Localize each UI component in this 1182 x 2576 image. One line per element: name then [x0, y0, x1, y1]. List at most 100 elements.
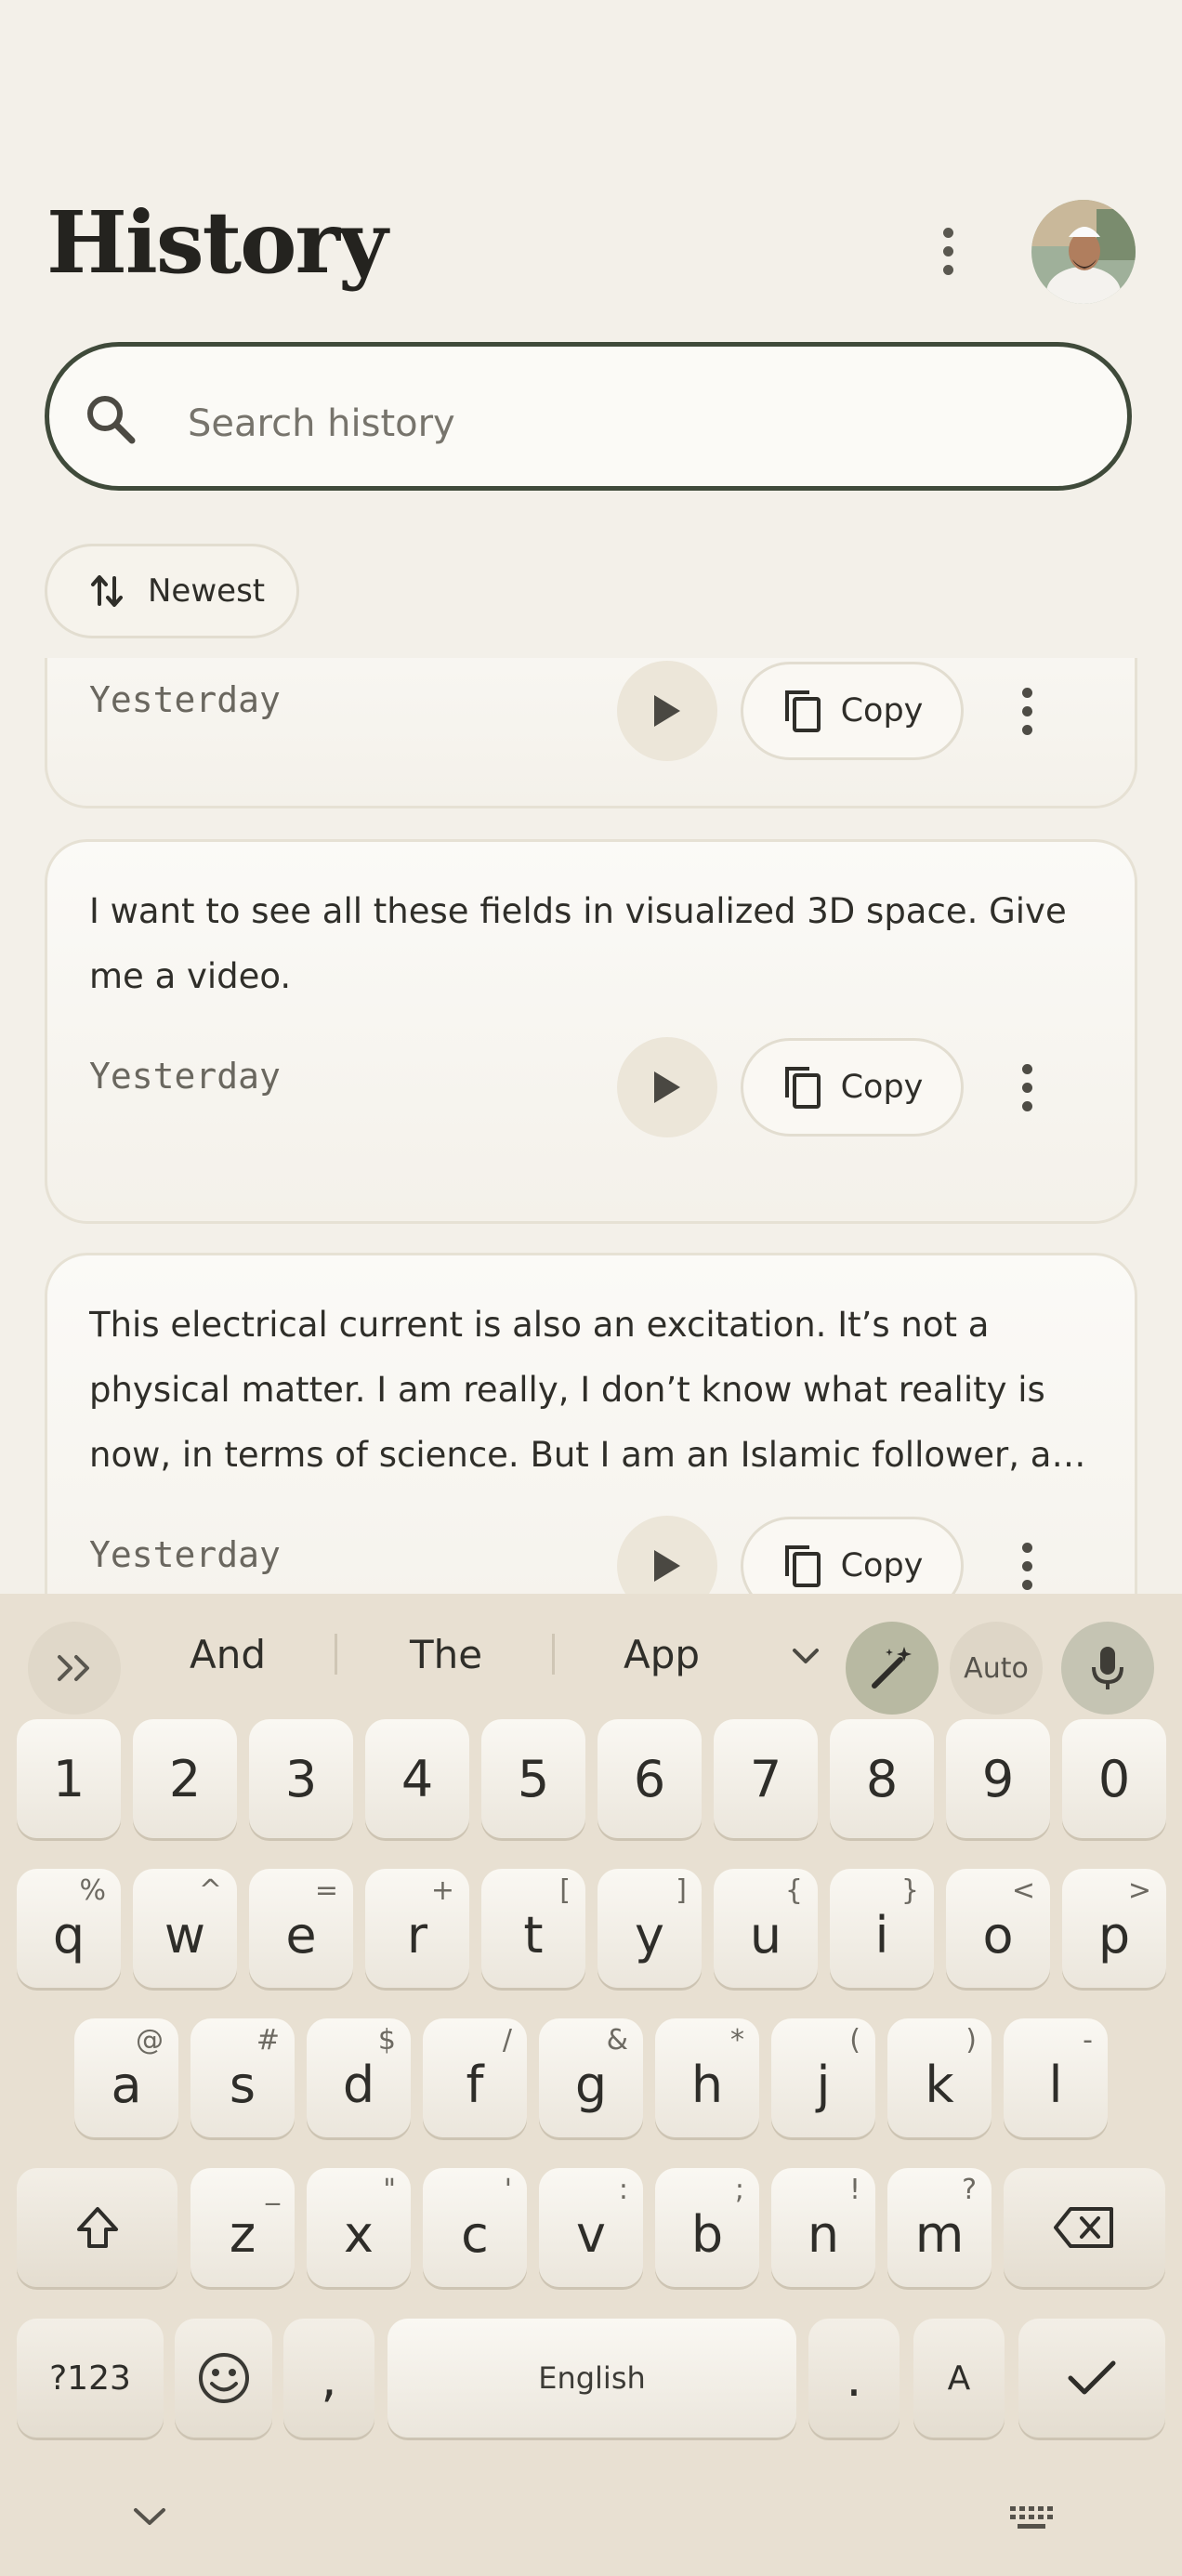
key-h[interactable]: h * [655, 2018, 759, 2137]
key-label: 5 [517, 1749, 550, 1808]
card-text: This electrical current is also an excit… [89, 1305, 1086, 1475]
history-card[interactable]: This electrical current is also an excit… [45, 1253, 1137, 1594]
key-z[interactable]: z _ [190, 2168, 295, 2287]
key-hint: _ [266, 2174, 280, 2206]
key-8[interactable]: 8 [830, 1719, 934, 1838]
key-2[interactable]: 2 [133, 1719, 237, 1838]
key-p[interactable]: p > [1062, 1869, 1166, 1988]
comma-key[interactable]: , [283, 2319, 374, 2438]
key-hint: & [606, 2024, 628, 2057]
sort-chip[interactable]: Newest [45, 544, 299, 638]
key-e[interactable]: e = [249, 1869, 353, 1988]
key-label: d [342, 2055, 375, 2114]
suggestion-1[interactable]: And [144, 1617, 311, 1691]
history-card[interactable]: I want to see all these fields in visual… [45, 839, 1137, 1224]
card-date: Yesterday [89, 679, 281, 720]
space-key[interactable]: English [387, 2319, 796, 2438]
more-options-button[interactable] [920, 218, 976, 283]
key-k[interactable]: k) [887, 2018, 992, 2137]
key-5[interactable]: 5 [481, 1719, 585, 1838]
key-f[interactable]: f / [423, 2018, 527, 2137]
key-m[interactable]: m? [887, 2168, 992, 2287]
symbols-key[interactable]: ?123 [17, 2319, 164, 2438]
key-hint: } [900, 1874, 919, 1907]
key-t[interactable]: t[ [481, 1869, 585, 1988]
key-label: 7 [749, 1749, 782, 1808]
card-date: Yesterday [89, 1534, 281, 1575]
on-screen-keyboard: And The App Auto ?123 , English . A 1 2 … [0, 1594, 1182, 2576]
divider [335, 1634, 337, 1675]
key-7[interactable]: 7 [714, 1719, 818, 1838]
key-x[interactable]: x " [307, 2168, 411, 2287]
emoji-key[interactable] [175, 2319, 272, 2438]
key-label: p [1097, 1905, 1131, 1965]
key-g[interactable]: g & [539, 2018, 643, 2137]
period-key[interactable]: . [808, 2319, 900, 2438]
key-0[interactable]: 0 [1062, 1719, 1166, 1838]
voice-input-button[interactable] [1061, 1622, 1154, 1715]
key-b[interactable]: b; [655, 2168, 759, 2287]
card-more-button[interactable] [1008, 1050, 1045, 1124]
history-list[interactable]: Yesterday Copy I want to see all these f… [0, 658, 1182, 1594]
copy-icon [784, 1545, 821, 1587]
key-q[interactable]: q% [17, 1869, 121, 1988]
key-u[interactable]: u{ [714, 1869, 818, 1988]
key-d[interactable]: d $ [307, 2018, 411, 2137]
shift-key[interactable] [17, 2168, 177, 2287]
microphone-icon [1092, 1647, 1123, 1689]
switch-keyboard-button[interactable] [1008, 2504, 1057, 2536]
magic-wand-button[interactable] [846, 1622, 939, 1715]
key-c[interactable]: c ' [423, 2168, 527, 2287]
key-1[interactable]: 1 [17, 1719, 121, 1838]
key-r[interactable]: r + [365, 1869, 469, 1988]
key-3[interactable]: 3 [249, 1719, 353, 1838]
key-hint: : [618, 2174, 628, 2206]
search-input[interactable] [186, 395, 1026, 453]
more-vert-icon [1021, 1063, 1032, 1074]
key-y[interactable]: y] [598, 1869, 702, 1988]
expand-toolbar-button[interactable] [28, 1622, 121, 1715]
copy-label: Copy [840, 692, 924, 729]
card-more-button[interactable] [1008, 674, 1045, 748]
key-4[interactable]: 4 [365, 1719, 469, 1838]
key-label: j [816, 2055, 831, 2114]
play-button[interactable] [617, 661, 717, 761]
key-label: x [344, 2204, 374, 2264]
key-label: t [523, 1905, 544, 1965]
backspace-key[interactable] [1004, 2168, 1165, 2287]
copy-button[interactable]: Copy [741, 1517, 964, 1594]
shift-icon [76, 2207, 118, 2248]
play-button[interactable] [617, 1516, 717, 1594]
copy-icon [784, 690, 821, 732]
hide-keyboard-button[interactable] [130, 2504, 169, 2532]
key-l[interactable]: l- [1004, 2018, 1108, 2137]
more-suggestions-button[interactable] [785, 1636, 826, 1676]
key-w[interactable]: w ^ [133, 1869, 237, 1988]
suggestion-3[interactable]: App [578, 1617, 745, 1691]
card-more-button[interactable] [1008, 1529, 1045, 1594]
key-label: 9 [981, 1749, 1015, 1808]
sort-label: Newest [148, 572, 266, 610]
enter-key[interactable] [1018, 2319, 1165, 2438]
history-card[interactable]: Yesterday Copy [45, 658, 1137, 808]
key-s[interactable]: s # [190, 2018, 295, 2137]
key-o[interactable]: o < [946, 1869, 1050, 1988]
key-label: y [635, 1905, 664, 1965]
search-icon [84, 392, 138, 450]
key-j[interactable]: j( [771, 2018, 875, 2137]
key-v[interactable]: v: [539, 2168, 643, 2287]
auto-button[interactable]: Auto [950, 1622, 1043, 1715]
key-6[interactable]: 6 [598, 1719, 702, 1838]
copy-button[interactable]: Copy [741, 662, 964, 760]
key-n[interactable]: n! [771, 2168, 875, 2287]
play-button[interactable] [617, 1037, 717, 1137]
copy-button[interactable]: Copy [741, 1038, 964, 1137]
suggestion-2[interactable]: The [362, 1617, 530, 1691]
key-a[interactable]: a @ [74, 2018, 178, 2137]
check-icon [1068, 2360, 1116, 2395]
language-key[interactable]: A [913, 2319, 1005, 2438]
avatar[interactable] [1031, 200, 1136, 304]
key-i[interactable]: i} [830, 1869, 934, 1988]
key-hint: " [383, 2174, 396, 2206]
key-9[interactable]: 9 [946, 1719, 1050, 1838]
